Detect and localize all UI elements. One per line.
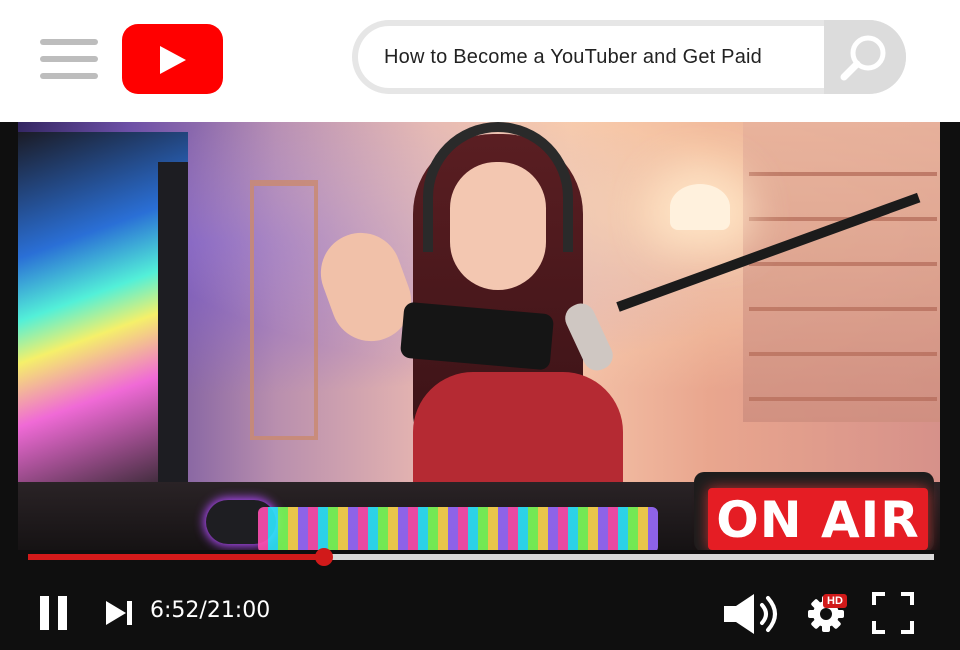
video-frame[interactable]: ON AIR <box>18 122 940 550</box>
play-icon <box>160 46 186 74</box>
pc-side-panel <box>158 162 188 492</box>
search-button[interactable] <box>824 20 906 94</box>
rgb-keyboard <box>258 507 658 550</box>
on-air-sign: ON AIR <box>708 488 928 550</box>
hd-badge: HD <box>823 594 847 608</box>
next-button[interactable] <box>104 598 134 633</box>
right-bookshelf <box>743 122 940 422</box>
progress-scrubber[interactable] <box>315 548 333 566</box>
fullscreen-icon <box>872 592 914 634</box>
top-bar: How to Become a YouTuber and Get Paid <box>0 0 960 122</box>
volume-button[interactable] <box>722 592 786 641</box>
floor-lamp <box>670 184 730 230</box>
left-shelf <box>250 180 318 440</box>
hamburger-menu-icon[interactable] <box>40 39 98 79</box>
skip-next-icon <box>106 601 132 625</box>
fullscreen-button[interactable] <box>872 592 914 639</box>
search-query-text: How to Become a YouTuber and Get Paid <box>384 45 763 68</box>
youtube-logo[interactable] <box>122 24 223 94</box>
video-player: ON AIR 6:52/21:00 HD <box>0 122 960 650</box>
progress-played <box>28 554 324 560</box>
pause-icon <box>40 596 49 630</box>
search-icon <box>840 35 886 81</box>
volume-icon <box>724 594 777 634</box>
pause-button[interactable] <box>40 596 68 632</box>
time-display: 6:52/21:00 <box>150 598 271 623</box>
search-bar: How to Become a YouTuber and Get Paid <box>352 20 906 94</box>
progress-bar[interactable] <box>28 548 934 566</box>
search-input[interactable]: How to Become a YouTuber and Get Paid <box>358 26 824 88</box>
